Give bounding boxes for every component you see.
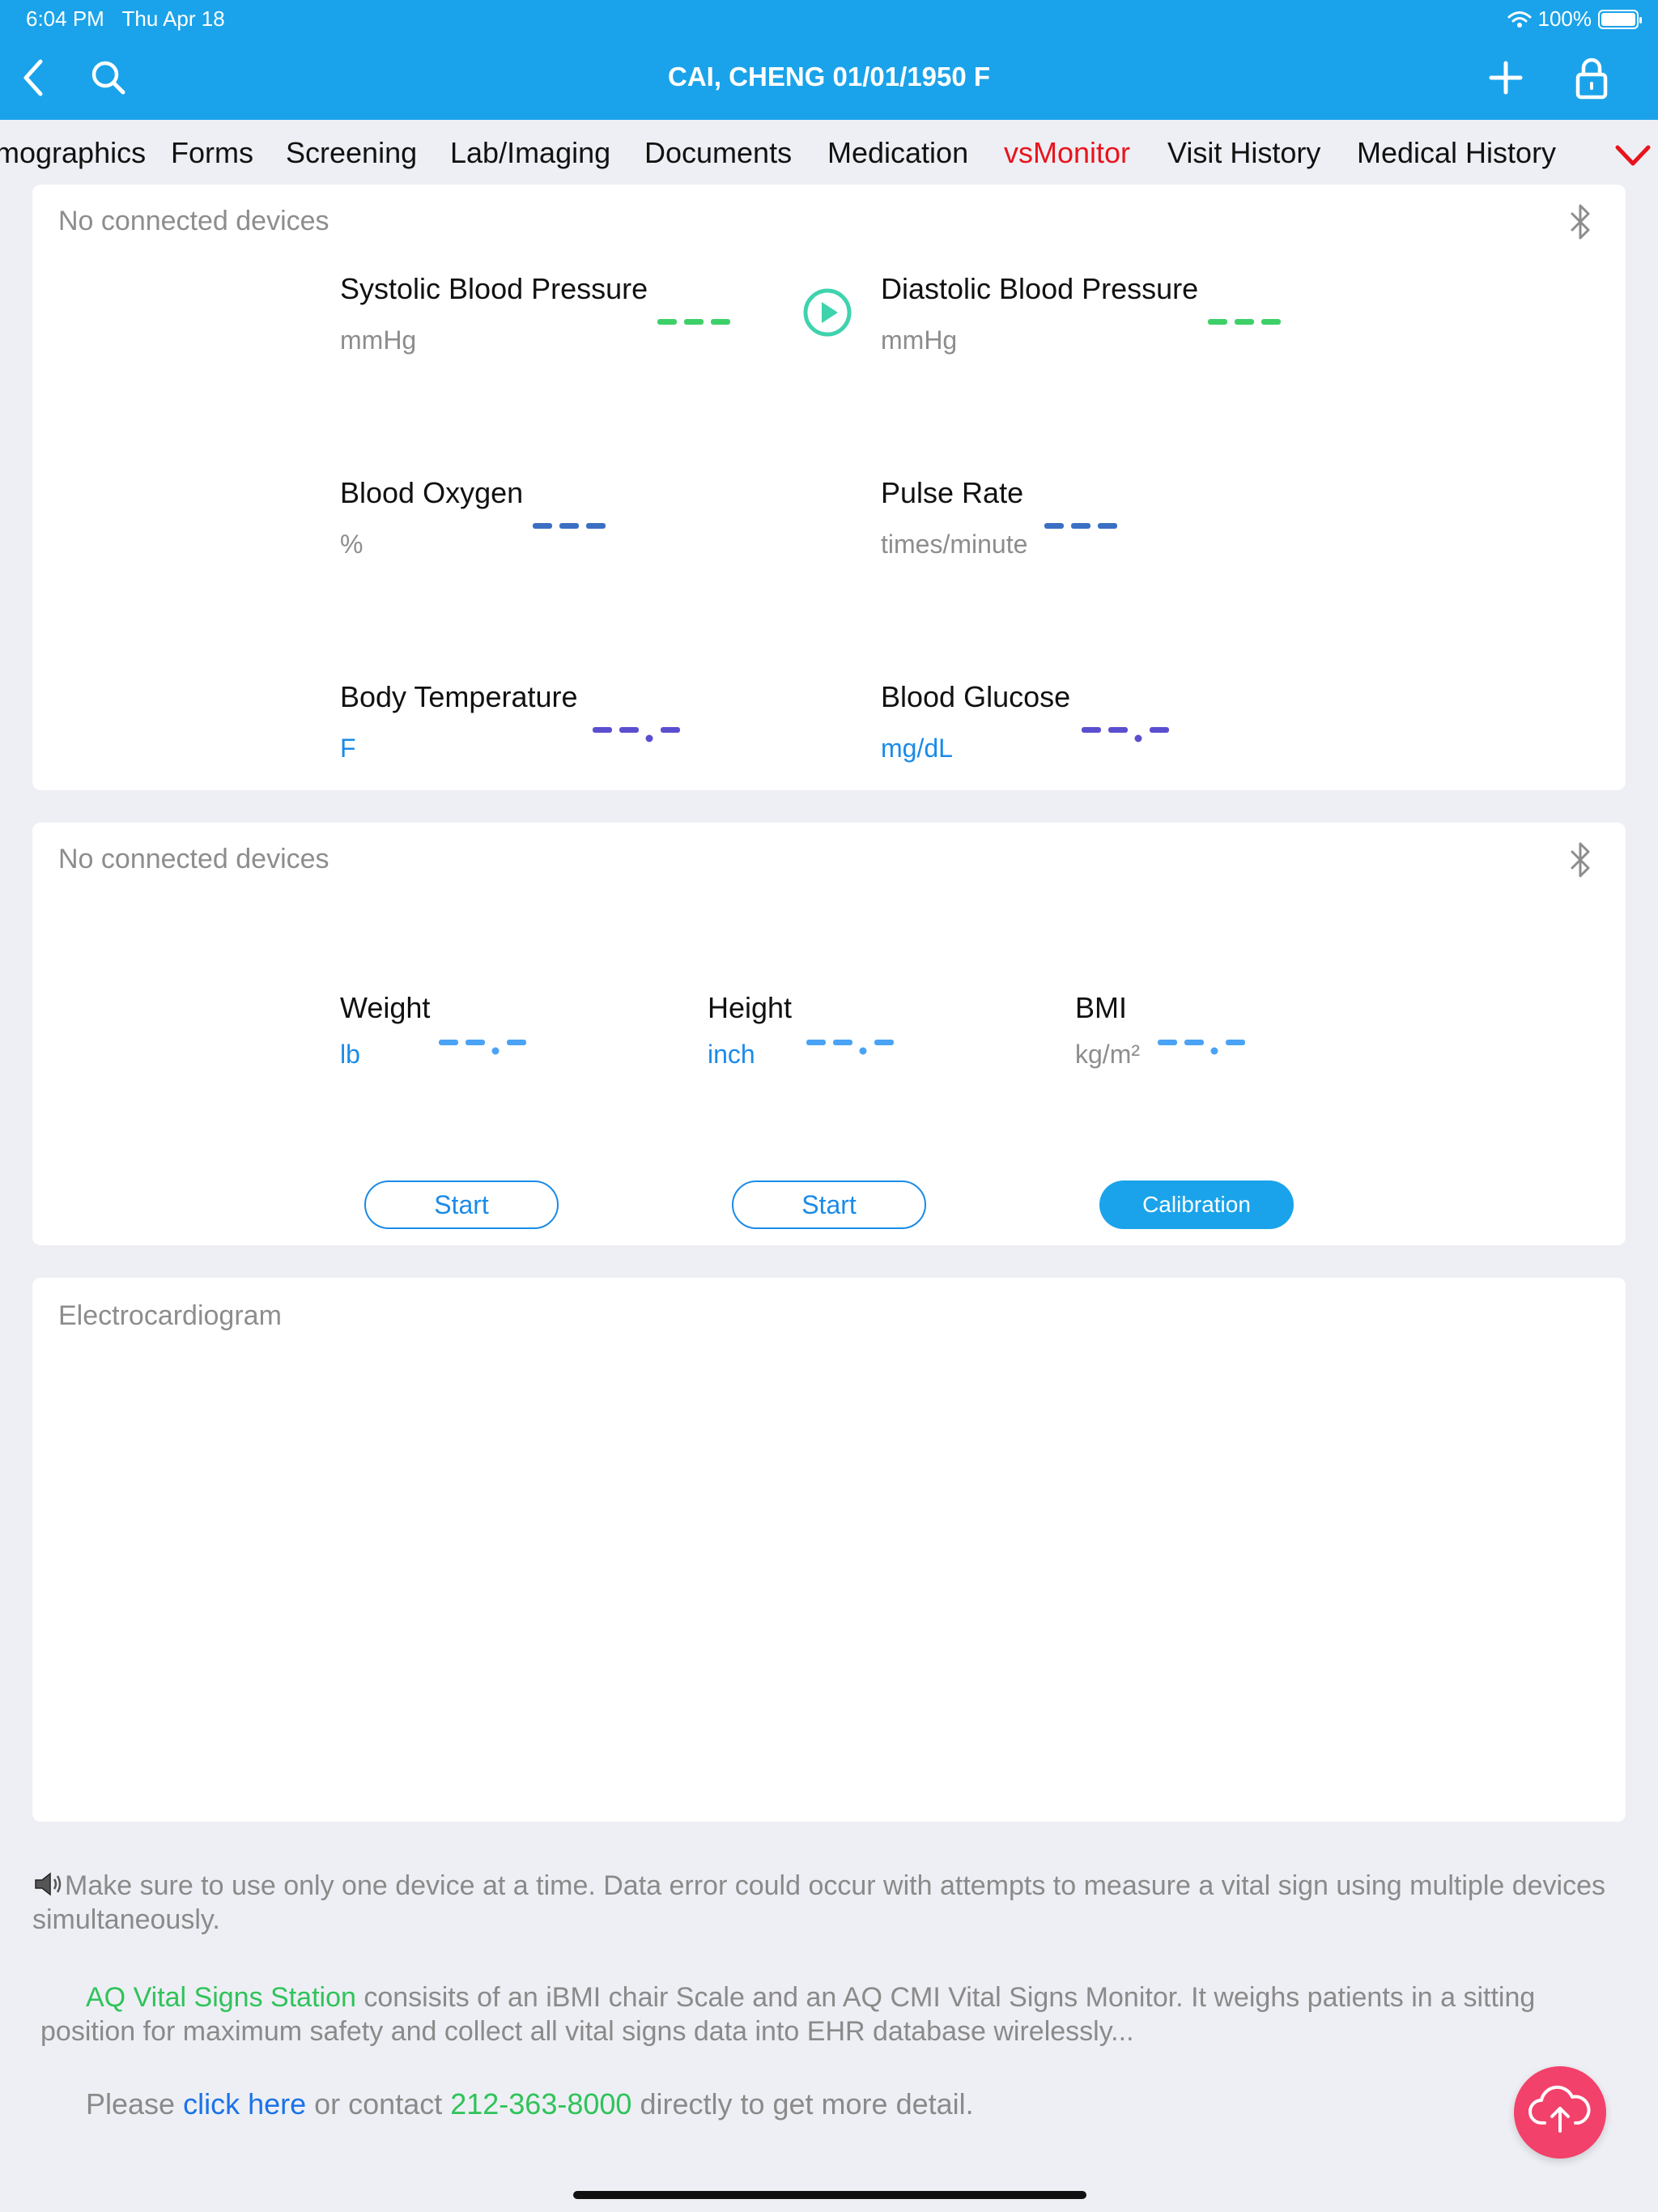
usage-note-text: Make sure to use only one device at a ti…: [32, 1870, 1606, 1935]
tab-forms[interactable]: Forms: [171, 136, 253, 170]
tab-demographics[interactable]: mographics: [0, 136, 146, 170]
contact-mid: or contact: [306, 2087, 451, 2121]
tab-vsmonitor[interactable]: vsMonitor: [1004, 136, 1130, 170]
home-indicator[interactable]: [573, 2191, 1086, 2199]
weight-value-placeholder: [439, 1040, 526, 1055]
upload-button[interactable]: [1514, 2066, 1606, 2159]
battery-icon: [1598, 9, 1642, 29]
bluetooth-icon[interactable]: [1566, 840, 1595, 879]
vitals-card: No connected devices Systolic Blood Pres…: [32, 185, 1626, 790]
systolic-value-placeholder: [657, 319, 730, 325]
calibration-button[interactable]: Calibration: [1099, 1180, 1294, 1229]
weight-start-button[interactable]: Start: [364, 1180, 559, 1229]
height-start-button[interactable]: Start: [732, 1180, 926, 1229]
bmi-unit: kg/m²: [1075, 1040, 1140, 1069]
pulse-value-placeholder: [1044, 523, 1117, 529]
usage-note: Make sure to use only one device at a ti…: [32, 1869, 1635, 1937]
weight-label: Weight: [340, 991, 431, 1024]
status-time: 6:04 PM Thu Apr 18: [26, 6, 225, 32]
tab-medication[interactable]: Medication: [827, 136, 968, 170]
systolic-label: Systolic Blood Pressure: [340, 272, 648, 305]
diastolic-label: Diastolic Blood Pressure: [881, 272, 1199, 305]
click-here-link[interactable]: click here: [183, 2087, 306, 2121]
height-label: Height: [708, 991, 793, 1024]
vitals-device-status: No connected devices: [58, 206, 329, 236]
section-tabs: mographics Forms Screening Lab/Imaging D…: [0, 120, 1658, 186]
patient-title: CAI, CHENG 01/01/1950 F: [668, 62, 990, 91]
speaker-icon: [35, 1872, 62, 1896]
pulse-unit: times/minute: [881, 530, 1028, 559]
cloud-upload-icon: [1528, 2085, 1591, 2133]
ecg-title: Electrocardiogram: [58, 1300, 282, 1331]
station-info: AQ Vital Signs Station consisits of an i…: [40, 1980, 1611, 2048]
bmi-value-placeholder: [1158, 1040, 1245, 1055]
oxygen-label: Blood Oxygen: [340, 476, 524, 509]
station-name: AQ Vital Signs Station: [86, 1982, 356, 2013]
contact-suffix: directly to get more detail.: [631, 2087, 974, 2121]
contact-phone[interactable]: 212-363-8000: [450, 2087, 631, 2121]
status-date-value: Thu Apr 18: [121, 6, 225, 31]
oxygen-value-placeholder: [533, 523, 606, 529]
temperature-unit: F: [340, 734, 356, 763]
height-value-placeholder: [806, 1040, 894, 1055]
oxygen-unit: %: [340, 530, 363, 559]
tab-lab-imaging[interactable]: Lab/Imaging: [450, 136, 610, 170]
bmi-label: BMI: [1075, 991, 1128, 1024]
status-indicators: 100%: [1507, 6, 1642, 32]
systolic-unit: mmHg: [340, 325, 417, 355]
ecg-card: Electrocardiogram: [32, 1278, 1626, 1822]
status-time-value: 6:04 PM: [26, 6, 104, 31]
weight-unit: lb: [340, 1040, 360, 1069]
height-unit: inch: [708, 1040, 755, 1069]
body-device-status: No connected devices: [58, 844, 329, 874]
wifi-icon: [1507, 11, 1531, 28]
lock-icon[interactable]: [1574, 55, 1609, 100]
play-icon[interactable]: [801, 287, 853, 338]
contact-line: Please click here or contact 212-363-800…: [86, 2087, 974, 2121]
glucose-label: Blood Glucose: [881, 680, 1071, 713]
glucose-value-placeholder: [1082, 727, 1169, 742]
tab-documents[interactable]: Documents: [644, 136, 792, 170]
diastolic-value-placeholder: [1208, 319, 1281, 325]
tab-visit-history[interactable]: Visit History: [1167, 136, 1320, 170]
tab-screening[interactable]: Screening: [286, 136, 417, 170]
battery-percent: 100%: [1537, 6, 1592, 31]
chevron-down-icon[interactable]: [1613, 141, 1653, 170]
contact-prefix: Please: [86, 2087, 184, 2121]
temperature-label: Body Temperature: [340, 680, 578, 713]
diastolic-unit: mmHg: [881, 325, 958, 355]
add-icon[interactable]: [1486, 58, 1525, 97]
bluetooth-icon[interactable]: [1566, 202, 1595, 241]
tab-medical-history[interactable]: Medical History: [1357, 136, 1556, 170]
app-header: 6:04 PM Thu Apr 18 100% CAI, CHENG 01/01…: [0, 0, 1658, 120]
pulse-label: Pulse Rate: [881, 476, 1024, 509]
temperature-value-placeholder: [593, 727, 680, 742]
body-measurement-card: No connected devices Weight lb Height in…: [32, 823, 1626, 1245]
glucose-unit: mg/dL: [881, 734, 953, 763]
